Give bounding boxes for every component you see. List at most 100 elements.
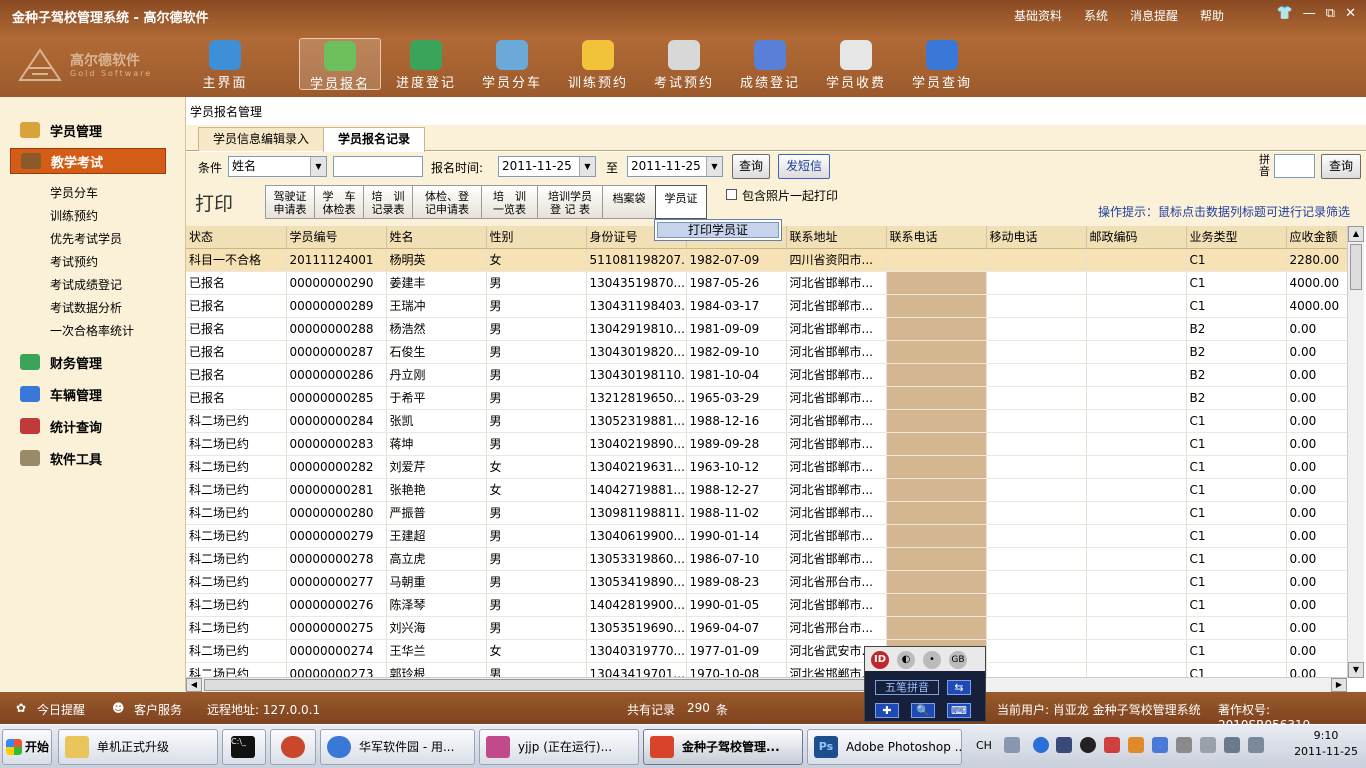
start-button[interactable]: 开始 [2, 729, 52, 765]
scroll-thumb[interactable] [204, 679, 870, 691]
menu-basic-data[interactable]: 基础资料 [1014, 7, 1062, 24]
input-language[interactable]: CH [976, 739, 992, 752]
table-row[interactable]: 科二场已约 00000000275 刘兴海男 13053519690... 1969-0… [186, 616, 1347, 640]
table-row[interactable]: 已报名 00000000287 石俊生男 13043019820... 1982-09-… [186, 340, 1347, 364]
print-trainee-register-button[interactable]: 培训学员登 记 表 [537, 185, 603, 219]
table-row[interactable]: 科二场已约 00000000279 王建超男 13040619900... 1990-0… [186, 524, 1347, 548]
date-to-picker[interactable]: 2011-11-25 ▼ [627, 156, 723, 177]
scroll-up-icon[interactable]: ▲ [1348, 226, 1364, 242]
date-from-picker[interactable]: 2011-11-25 ▼ [498, 156, 596, 177]
nav-home[interactable]: 主界面 [184, 38, 266, 91]
menu-help[interactable]: 帮助 [1200, 7, 1224, 24]
include-photo-checkbox[interactable] [726, 189, 737, 200]
close-icon[interactable]: ✕ [1345, 6, 1356, 21]
keyboard-icon[interactable]: ⌨ [947, 703, 971, 718]
column-header[interactable]: 应收金额 [1286, 226, 1347, 249]
taskbar-item-settings[interactable] [270, 729, 316, 765]
table-row[interactable]: 科二场已约 00000000278 高立虎男 13053319860... 1986-0… [186, 547, 1347, 571]
print-training-record-button[interactable]: 培 训记录表 [363, 185, 413, 219]
nav-progress[interactable]: 进度登记 [385, 38, 467, 91]
plus-icon[interactable]: ✚ [875, 703, 899, 718]
today-reminder-link[interactable]: 今日提醒 [37, 701, 85, 718]
nav-assign-car[interactable]: 学员分车 [471, 38, 553, 91]
print-archive-bag-button[interactable]: 档案袋 [602, 185, 656, 219]
nav-training-booking[interactable]: 训练预约 [557, 38, 639, 91]
send-sms-button[interactable]: 发短信 [778, 154, 830, 179]
restore-icon[interactable]: ⧉ [1326, 6, 1335, 21]
query-button-2[interactable]: 查询 [1321, 154, 1361, 179]
switch-icon[interactable]: ⇆ [947, 680, 971, 695]
volume-tray-icon[interactable] [1248, 737, 1264, 753]
column-header[interactable]: 移动电话 [986, 226, 1087, 249]
tab-student-edit[interactable]: 学员信息编辑录入 [198, 127, 325, 151]
horizontal-scrollbar[interactable]: ◀ ▶ [186, 677, 1347, 692]
table-row[interactable]: 科二场已约 00000000280 严振普男 130981198811... 1988-… [186, 501, 1347, 525]
vertical-scrollbar[interactable]: ▲ ▼ [1347, 226, 1364, 678]
column-header[interactable]: 姓名 [386, 226, 487, 249]
flag-tray-icon[interactable] [1176, 737, 1192, 753]
scroll-left-icon[interactable]: ◀ [186, 678, 202, 692]
table-row[interactable]: 科二场已约 00000000273 郭玲根男 13043419701... 1970-1… [186, 662, 1347, 678]
tab-enrollment-records[interactable]: 学员报名记录 [323, 127, 426, 152]
table-row[interactable]: 科目一不合格 20111124001 杨明英女 511081198207... 1982… [186, 248, 1347, 272]
table-row[interactable]: 科二场已约 00000000282 刘爱芹女 13040219631... 1963-1… [186, 455, 1347, 479]
table-row[interactable]: 已报名 00000000286 丹立刚男 130430198110... 1981-10… [186, 363, 1347, 387]
sidebar-sub-assign-car[interactable]: 学员分车 [50, 184, 98, 201]
column-header[interactable]: 状态 [186, 226, 287, 249]
sidebar-item-tools[interactable]: 软件工具 [10, 445, 166, 471]
sidebar-sub-score-entry[interactable]: 考试成绩登记 [50, 276, 122, 293]
shield-tray-icon[interactable] [1152, 737, 1168, 753]
search-icon[interactable]: 🔍 [911, 703, 935, 718]
menu-item-print-student-card[interactable]: 打印学员证 [657, 222, 779, 238]
skin-icon[interactable]: 👕 [1277, 6, 1293, 21]
qq-tray-icon-2[interactable] [1128, 737, 1144, 753]
menu-messages[interactable]: 消息提醒 [1130, 7, 1178, 24]
sidebar-sub-training-booking[interactable]: 训练预约 [50, 207, 98, 224]
table-row[interactable]: 已报名 00000000290 姜建丰男 13043519870... 1987-05-… [186, 271, 1347, 295]
taskbar-item-folder[interactable]: 单机正式升级 [58, 729, 218, 765]
condition-input[interactable] [333, 156, 423, 177]
keyboard-tray-icon[interactable] [1004, 737, 1020, 753]
table-row[interactable]: 科二场已约 00000000276 陈泽琴男 14042819900... 1990-0… [186, 593, 1347, 617]
scroll-right-icon[interactable]: ▶ [1331, 678, 1347, 692]
nav-fees[interactable]: 学员收费 [815, 38, 897, 91]
column-header[interactable]: 业务类型 [1186, 226, 1287, 249]
usb-tray-icon[interactable] [1200, 737, 1216, 753]
taskbar-item-console[interactable]: C:\_ [222, 729, 266, 765]
sidebar-item-statistics[interactable]: 统计查询 [10, 413, 166, 439]
punctuation-icon[interactable]: • [923, 651, 941, 669]
table-row[interactable]: 科二场已约 00000000283 蒋坤男 13040219890... 1989-09… [186, 432, 1347, 456]
taskbar-item-browser[interactable]: 华军软件园 - 用... [320, 729, 475, 765]
table-row[interactable]: 科二场已约 00000000277 马朝重男 13053419890... 1989-0… [186, 570, 1347, 594]
sidebar-item-vehicles[interactable]: 车辆管理 [10, 381, 166, 407]
network-tray-icon[interactable] [1033, 737, 1049, 753]
sidebar-sub-priority-exam[interactable]: 优先考试学员 [50, 230, 122, 247]
table-row[interactable]: 科二场已约 00000000274 王华兰女 13040319770... 1977-0… [186, 639, 1347, 663]
column-header[interactable]: 邮政编码 [1086, 226, 1187, 249]
print-medical-form-button[interactable]: 学 车体检表 [314, 185, 364, 219]
scroll-thumb[interactable] [1350, 244, 1362, 290]
charset-icon[interactable]: GB [949, 651, 967, 669]
minimize-icon[interactable]: — [1303, 6, 1316, 21]
monitor-tray-icon[interactable] [1056, 737, 1072, 753]
pinyin-input[interactable] [1274, 154, 1315, 178]
nav-exam-booking[interactable]: 考试预约 [643, 38, 725, 91]
qq-tray-icon[interactable] [1104, 737, 1120, 753]
sidebar-sub-exam-analysis[interactable]: 考试数据分析 [50, 299, 122, 316]
table-row[interactable]: 已报名 00000000285 于希平男 13212819650... 1965-03-… [186, 386, 1347, 410]
print-training-list-button[interactable]: 培 训一览表 [481, 185, 538, 219]
taskbar-item-yjjp[interactable]: yjjp (正在运行)... [479, 729, 639, 765]
print-license-application-button[interactable]: 驾驶证 申请表 [265, 185, 315, 219]
clock[interactable]: 9:10 2011-11-25 [1294, 728, 1358, 760]
sidebar-item-finance[interactable]: 财务管理 [10, 349, 166, 375]
table-row[interactable]: 科二场已约 00000000284 张凯男 13052319881... 1988-12… [186, 409, 1347, 433]
camera-tray-icon[interactable] [1080, 737, 1096, 753]
menu-system[interactable]: 系统 [1084, 7, 1108, 24]
nav-score[interactable]: 成绩登记 [729, 38, 811, 91]
query-button[interactable]: 查询 [732, 154, 770, 179]
sidebar-sub-exam-booking[interactable]: 考试预约 [50, 253, 98, 270]
table-row[interactable]: 已报名 00000000289 王瑞冲男 130431198403... 1984-03… [186, 294, 1347, 318]
column-header[interactable]: 联系地址 [786, 226, 887, 249]
sidebar-item-teaching-exam[interactable]: 教学考试 [10, 148, 166, 174]
table-row[interactable]: 科二场已约 00000000281 张艳艳女 14042719881... 1988-1… [186, 478, 1347, 502]
